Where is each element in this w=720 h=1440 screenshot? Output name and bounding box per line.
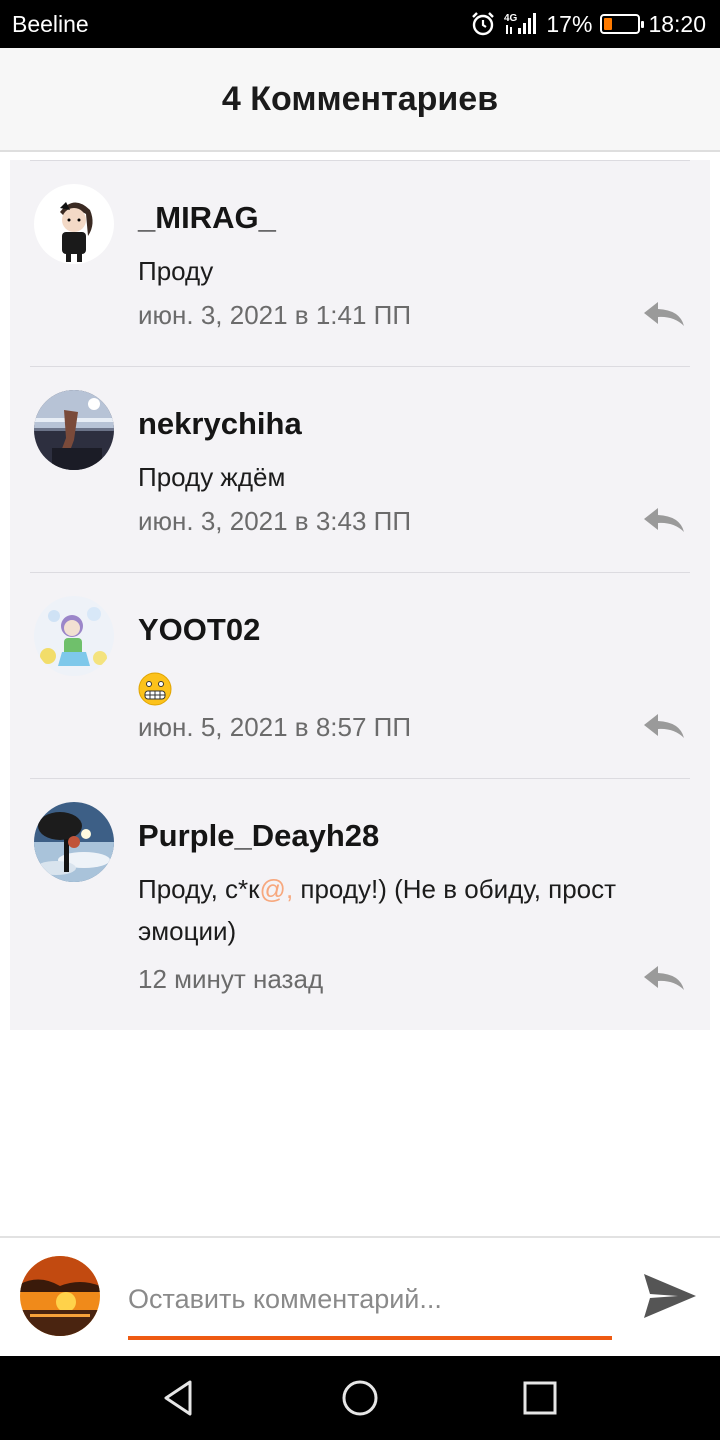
avatar[interactable] (34, 596, 114, 676)
comment-author[interactable]: YOOT02 (138, 612, 260, 648)
comment-input-bar (0, 1236, 720, 1356)
status-icons: 4G 17% 18:20 (470, 9, 706, 39)
reply-icon[interactable] (642, 506, 686, 536)
reply-icon[interactable] (642, 300, 686, 330)
avatar[interactable] (34, 802, 114, 882)
comment-item: Purple_Deayh28 Проду, с*к@, проду!) (Не … (10, 778, 710, 1030)
comment-text: Проду (138, 256, 214, 286)
comment-text: Проду ждём (138, 462, 286, 492)
comment-timestamp: июн. 3, 2021 в 3:43 ПП (138, 506, 412, 536)
comment-input[interactable] (128, 1276, 612, 1340)
carrier-name: Beeline (12, 11, 89, 37)
grimacing-face-emoji (138, 672, 172, 706)
battery-icon (600, 14, 645, 34)
comment-item: YOOT02 июн. 5, 2021 в 8:57 ПП (10, 572, 710, 778)
comment-timestamp: июн. 3, 2021 в 1:41 ПП (138, 300, 412, 330)
comment-author[interactable]: nekrychiha (138, 406, 302, 442)
comment-timestamp: 12 минут назад (138, 964, 324, 994)
alarm-icon (472, 12, 495, 36)
reply-icon[interactable] (642, 712, 686, 742)
signal-icon: 4G (504, 13, 537, 34)
divider (30, 366, 690, 367)
system-nav-bar (0, 1356, 720, 1440)
divider (30, 160, 690, 161)
comment-author[interactable]: _MIRAG_ (138, 200, 276, 236)
comment-item: _MIRAG_ Проду июн. 3, 2021 в 1:41 ПП (10, 160, 710, 366)
clock: 18:20 (648, 10, 706, 37)
comment-text: Проду, с*к@, проду!) (Не в обиду, прост … (138, 874, 617, 946)
comment-timestamp: июн. 5, 2021 в 8:57 ПП (138, 712, 412, 742)
comment-author[interactable]: Purple_Deayh28 (138, 818, 379, 854)
battery-percent: 17% (546, 10, 593, 37)
avatar[interactable] (34, 184, 114, 264)
avatar[interactable] (34, 390, 114, 470)
divider (30, 778, 690, 779)
svg-text:4G: 4G (504, 13, 518, 24)
comments-header: 4 Комментариев (0, 48, 720, 152)
send-icon[interactable] (642, 1268, 698, 1324)
home-icon[interactable] (340, 1378, 380, 1418)
divider (30, 572, 690, 573)
page-title: 4 Комментариев (221, 79, 499, 118)
status-bar: Beeline 4G 17% 18:20 (0, 0, 720, 48)
my-avatar (20, 1256, 100, 1336)
back-icon[interactable] (160, 1378, 200, 1418)
reply-icon[interactable] (642, 964, 686, 994)
comment-item: nekrychiha Проду ждём июн. 3, 2021 в 3:4… (10, 366, 710, 572)
recents-icon[interactable] (520, 1378, 560, 1418)
comment-list: _MIRAG_ Проду июн. 3, 2021 в 1:41 ПП nek… (10, 160, 710, 1030)
